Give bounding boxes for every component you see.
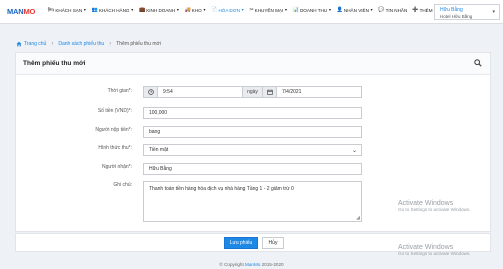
payment-method-select[interactable]: Tiền mặt ⌄ [143,144,362,156]
nav-item-promotions[interactable]: ✂ KHUYẾN MẠI ▼ [249,7,287,13]
copyright-prefix: © Copyright [219,262,246,267]
chevron-down-icon: ▼ [130,8,134,12]
chevron-down-icon: ▾ [492,9,495,15]
user-icon: 👤 [336,7,343,13]
amount-input[interactable]: 100,000 [143,107,362,119]
breadcrumb-home[interactable]: Trang chủ [16,41,46,47]
nav-item-revenue[interactable]: 📊 DOANH THU ▼ [293,7,332,13]
chevron-down-icon: ▼ [202,8,207,12]
briefcase-icon: 💼 [138,7,146,13]
chevron-down-icon: ▼ [284,8,288,12]
main-nav: 🛏 KHÁCH SẠN ▼ 👥 KHÁCH HÀNG ▼ 💼 KINH DOANH ▼ 🚚 K… [48,7,442,13]
nav-item-warehouse[interactable]: 🚚 KHO ▼ [185,7,207,13]
nav-label: HÓA ĐƠN [218,7,240,13]
chevron-down-icon: ▼ [369,8,374,12]
nav-label: KHÁCH HÀNG [98,7,130,13]
chevron-down-icon: ▼ [328,8,332,12]
nav-label: KINH DOANH [146,7,176,13]
save-receipt-button[interactable]: Lưu phiếu [224,237,258,249]
activation-watermark: Activate Windows Go to Settings to activ… [398,244,471,256]
breadcrumb-current: Thêm phiếu thu mới [116,41,161,47]
logo-brand-accent: MO [23,6,36,16]
note-label: Ghi chú: [113,182,132,188]
user-hotel: Hotel Hữu Bằng [440,14,473,19]
nav-item-staff[interactable]: 👤 NHÂN VIÊN ▼ [337,7,374,13]
day-label: ngày [247,89,258,95]
resize-handle-icon[interactable]: ◢ [356,215,360,221]
watermark-subtitle: Go to Settings to activate Windows. [398,207,471,212]
nav-label: TIN NHẮN [385,7,408,13]
note-value: Thanh toán tiền hàng hóa dịch vụ nhà hàn… [149,186,294,192]
day-addon: ngày [242,86,263,98]
chat-icon: 💬 [378,7,385,13]
nav-label: THÊM [419,7,433,13]
bed-icon: 🛏 [48,7,55,13]
chevron-down-icon: ⌄ [351,148,357,154]
clock-icon [143,86,158,98]
calendar-icon[interactable] [262,86,277,98]
watermark-subtitle: Go to Settings to activate Windows. [398,251,471,256]
watermark-title: Activate Windows [398,200,454,207]
breadcrumb-home-label: Trang chủ [24,41,47,47]
payer-label: Người nộp tiền*: [95,127,132,133]
payment-method-value: Tiền mặt [149,147,169,153]
scissors-icon: ✂ [249,7,254,13]
breadcrumb-separator: › [51,41,54,47]
cancel-button[interactable]: Hủy [262,237,284,249]
document-icon: 📄 [211,7,218,13]
nav-item-customers[interactable]: 👥 KHÁCH HÀNG ▼ [92,7,134,13]
time-value: 9:54 [163,89,173,95]
nav-item-business[interactable]: 💼 KINH DOANH ▼ [139,7,180,13]
chevron-down-icon: ▼ [176,8,180,12]
amount-label: Số tiền (VND)*: [97,108,132,114]
watermark-title: Activate Windows [398,244,454,251]
truck-icon: 🚚 [184,7,191,13]
chart-icon: 📊 [292,7,299,13]
activation-watermark: Activate Windows Go to Settings to activ… [398,200,471,212]
receiver-value: Hữu Bằng [149,166,172,172]
breadcrumb: Trang chủ › Danh sách phiếu thu › Thêm p… [16,41,161,47]
nav-label: KHO [191,7,202,13]
time-label: Thời gian*: [107,88,132,94]
time-input[interactable]: 9:54 [157,86,243,98]
payer-value: bang [149,129,161,135]
date-value: 7/4/2021 [282,89,302,95]
breadcrumb-separator: › [109,41,112,47]
top-navbar: MANMO 🛏 KHÁCH SẠN ▼ 👥 KHÁCH HÀNG ▼ 💼 KINH DOA… [0,0,503,24]
chevron-down-icon: ▼ [241,8,245,12]
plus-icon: ➕ [412,7,419,13]
receiver-input[interactable]: Hữu Bằng [143,163,362,175]
copyright-brand-link[interactable]: ManMo [245,262,260,267]
nav-item-hotel[interactable]: 🛏 KHÁCH SẠN ▼ [48,7,87,13]
copyright: © Copyright ManMo 2015-2020 [0,262,503,267]
user-name: Hữu Bằng [440,7,463,13]
date-input[interactable]: 7/4/2021 [276,86,362,98]
nav-label: NHÂN VIÊN [343,7,369,13]
nav-label: DOANH THU [299,7,328,13]
page-title: Thêm phiếu thu mới [23,60,86,67]
chevron-down-icon: ▼ [83,8,87,12]
app-logo[interactable]: MANMO [7,5,35,17]
logo-brand-main: MAN [7,6,24,16]
payer-input[interactable]: bang [143,126,362,138]
payment-method-label: Hình thức thu*: [98,145,132,151]
receiver-label: Người nhận*: [102,164,132,170]
users-icon: 👥 [91,7,98,13]
note-textarea[interactable]: Thanh toán tiền hàng hóa dịch vụ nhà hàn… [143,181,362,222]
user-menu[interactable]: Hữu Bằng Hotel Hữu Bằng ▾ [434,4,500,20]
search-icon[interactable] [474,59,482,69]
nav-item-messages[interactable]: 💬 TIN NHẮN [378,7,407,13]
nav-label: KHUYẾN MẠI [254,7,284,13]
breadcrumb-receipt-list[interactable]: Danh sách phiếu thu [58,41,104,47]
nav-label: KHÁCH SẠN [55,7,83,13]
card-header: Thêm phiếu thu mới [16,53,490,75]
home-icon [16,41,22,47]
copyright-years: 2015-2020 [260,262,284,267]
nav-item-invoices[interactable]: 📄 HÓA ĐƠN ▼ [211,7,244,13]
amount-value: 100,000 [149,110,168,116]
